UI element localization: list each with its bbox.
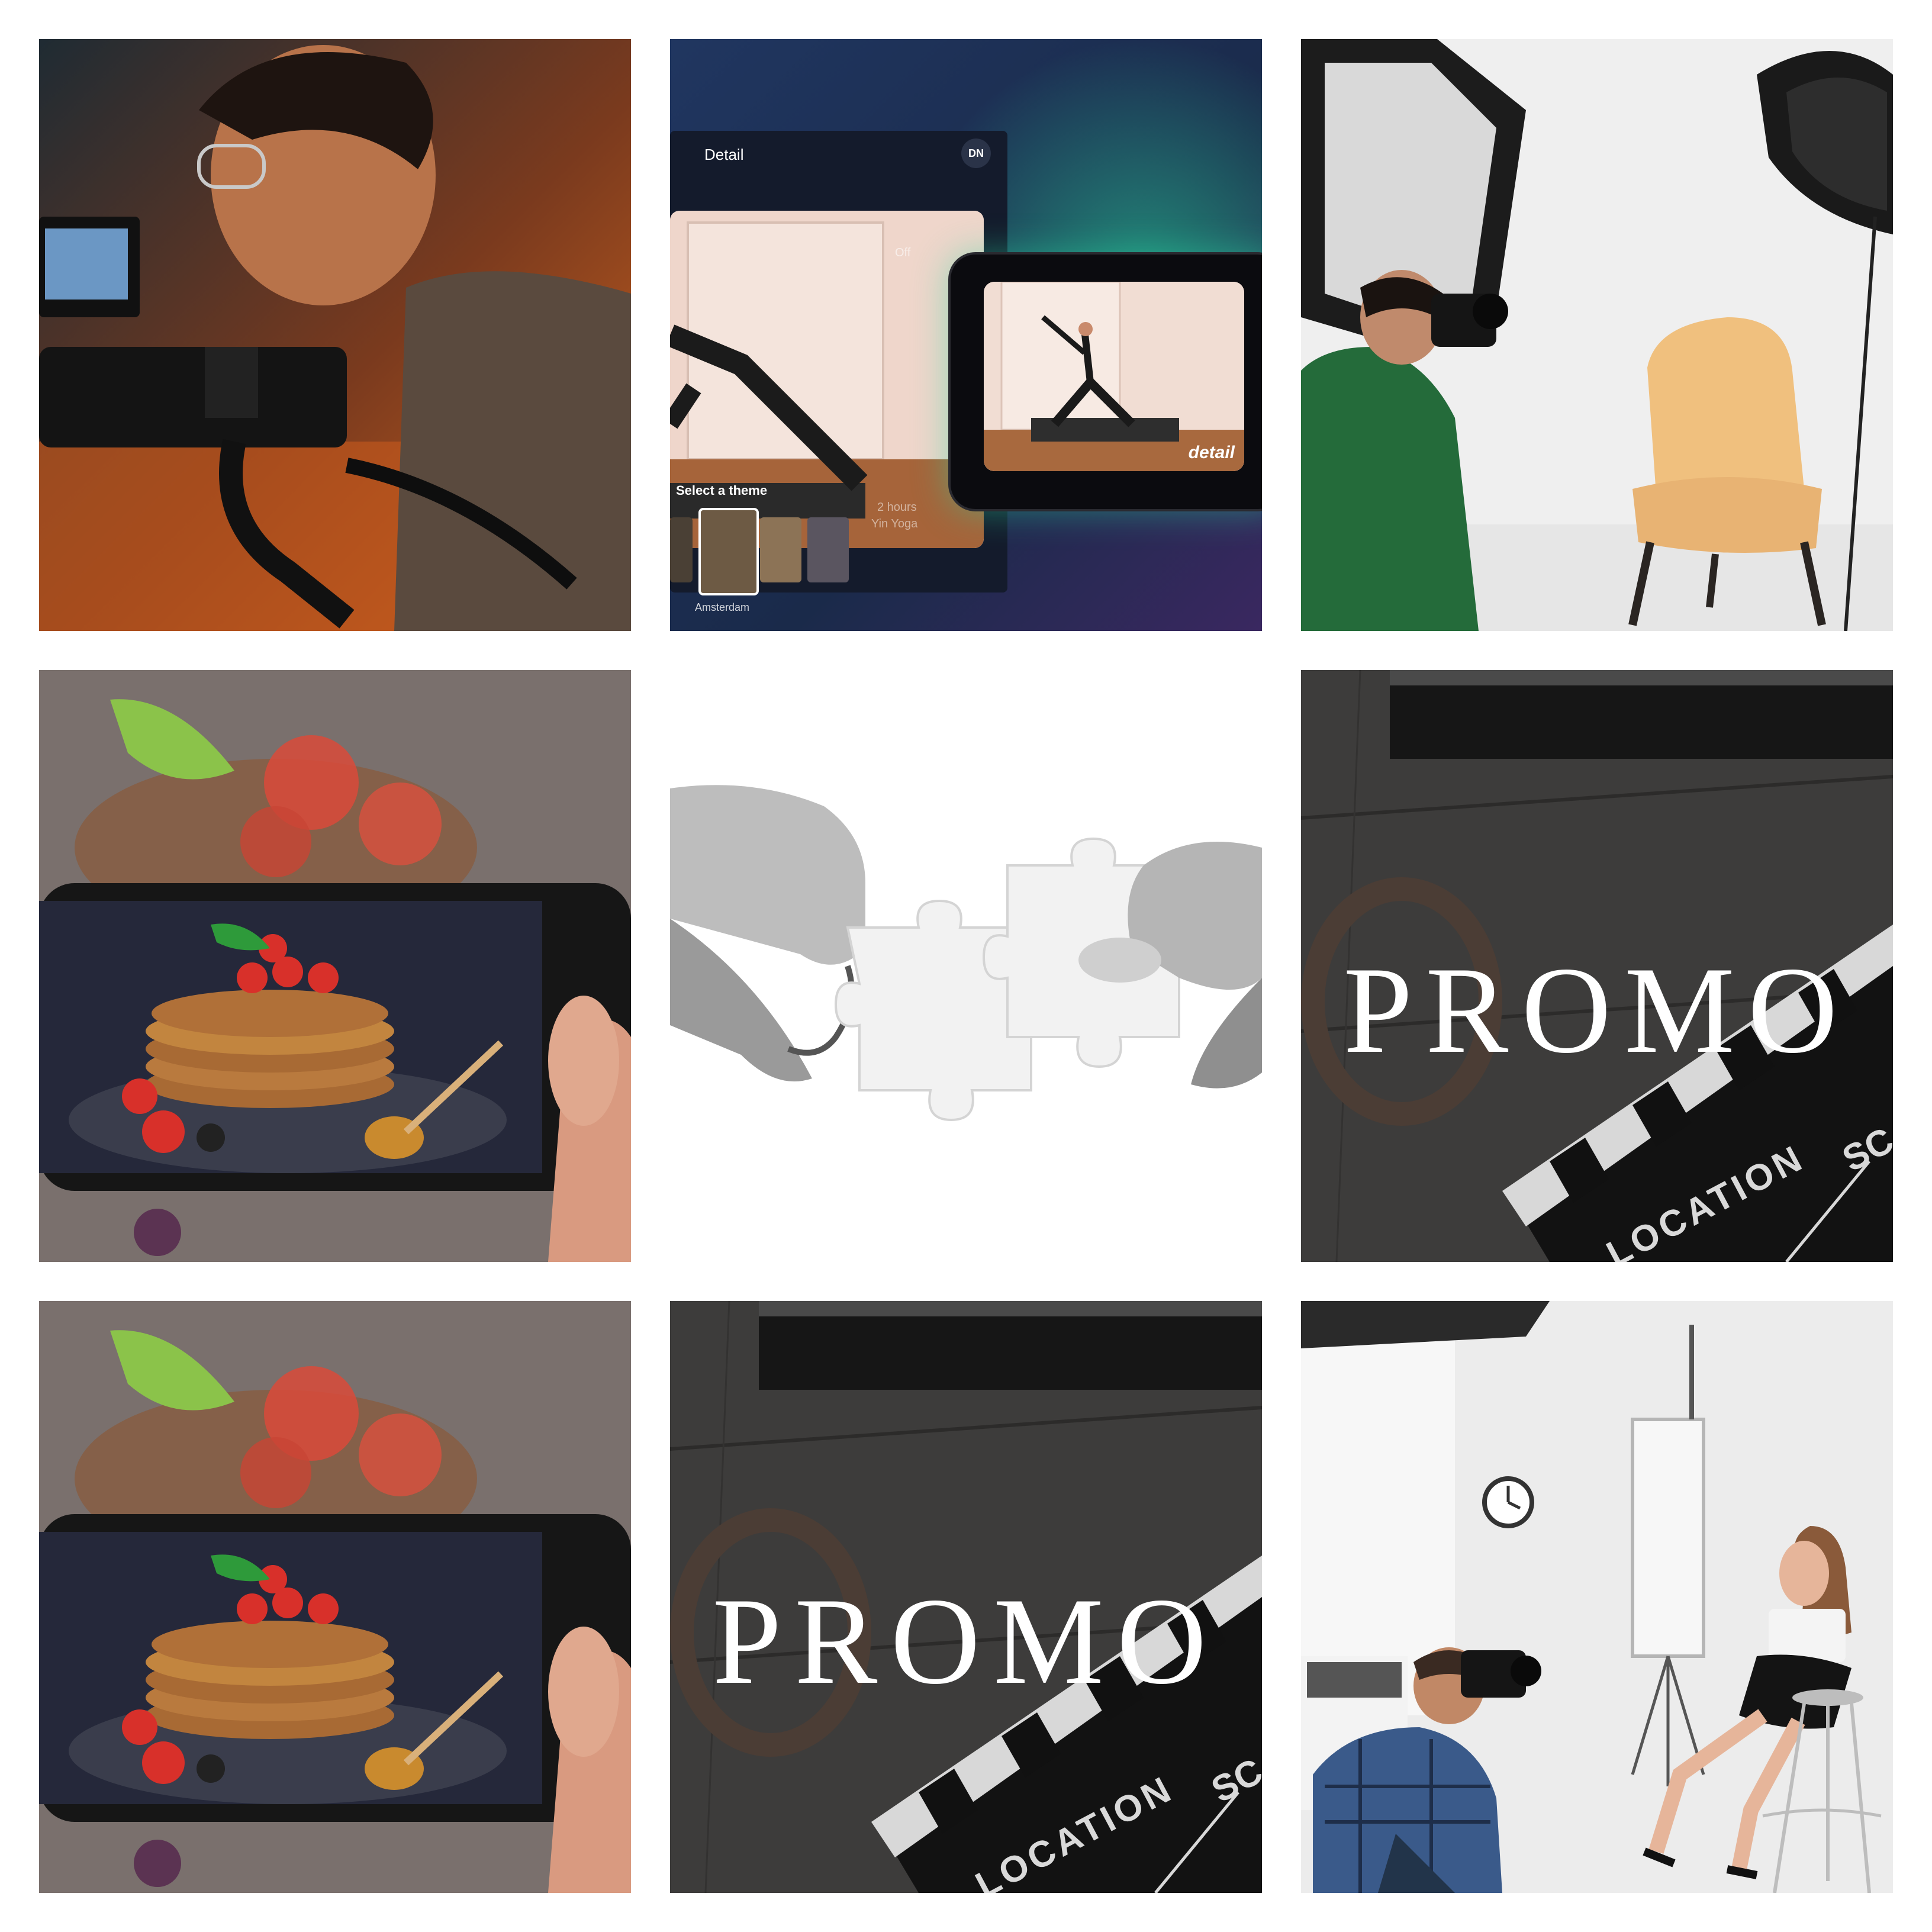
promo-title: PROMO xyxy=(1343,942,1851,1079)
theme-heading: Select a theme xyxy=(676,483,768,498)
promo-title: PROMO xyxy=(712,1573,1220,1710)
puzzle-hands-photo xyxy=(670,670,1262,1262)
theme-thumb-0[interactable] xyxy=(670,517,693,582)
tile-food-phone-2[interactable] xyxy=(39,1301,631,1893)
tile-yoga-app[interactable]: Detail DN Off 2 hours Yin Yoga Select a … xyxy=(670,39,1262,631)
tile-food-phone-1[interactable] xyxy=(39,670,631,1262)
theme-selected-label: Amsterdam xyxy=(695,601,750,613)
avatar-initials: DN xyxy=(968,147,984,159)
studio-chair-photo xyxy=(1301,39,1893,631)
studio-model-photo xyxy=(1301,1301,1893,1893)
theme-thumb-3[interactable] xyxy=(807,517,849,582)
toggle-label: Off xyxy=(895,246,911,259)
tile-photo-studio-chair[interactable] xyxy=(1301,39,1893,631)
tile-puzzle[interactable] xyxy=(670,670,1262,1262)
tile-videographer[interactable] xyxy=(39,39,631,631)
tile-promo-2[interactable]: PROMO LOCATION SC xyxy=(670,1301,1262,1893)
subtitle-label: Yin Yoga xyxy=(871,517,918,530)
brand-overlay: detail xyxy=(1188,443,1235,462)
tile-promo-1[interactable]: PROMO LOCATION SC xyxy=(1301,670,1893,1262)
avatar[interactable]: DN xyxy=(961,139,991,168)
food-phone-photo-2 xyxy=(39,1301,631,1893)
phone-mockup: detail xyxy=(948,252,1262,511)
phone-screen: detail xyxy=(984,282,1244,471)
detail-header-title: Detail xyxy=(704,146,744,163)
duration-label: 2 hours xyxy=(877,501,917,514)
theme-thumb-amsterdam[interactable] xyxy=(698,508,759,595)
theme-thumb-2[interactable] xyxy=(760,517,801,582)
videographer-photo xyxy=(39,39,631,631)
tile-photo-studio-model[interactable] xyxy=(1301,1301,1893,1893)
food-phone-photo-1 xyxy=(39,670,631,1262)
